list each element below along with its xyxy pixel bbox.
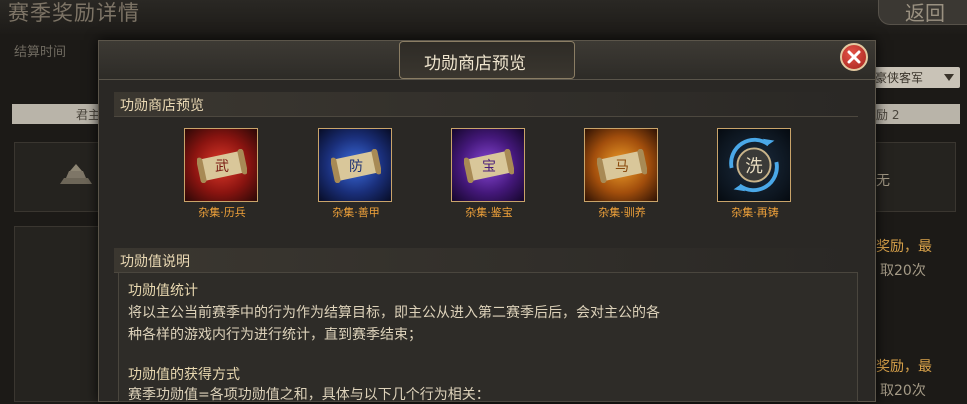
- shop-item-label: 杂集·鉴宝: [465, 206, 513, 219]
- side-text-5: 取20次: [880, 383, 926, 399]
- settle-time-label: 结算时间: [14, 45, 67, 60]
- chevron-down-icon: [944, 74, 954, 81]
- desc-stat-line: 种各样的游戏内行为进行统计，直到赛季结束；: [128, 327, 422, 343]
- castle-icon: [60, 164, 92, 184]
- desc-gain-line: 赛季功勋值=各项功勋值之和，具体与以下几个行为相关：: [128, 387, 490, 403]
- desc-gain-heading: 功勋值的获得方式: [128, 367, 240, 383]
- background-header: [0, 0, 967, 34]
- tab-left[interactable]: 君主: [12, 104, 102, 124]
- desc-stat-heading: 功勋值统计: [128, 283, 198, 299]
- shop-section-title: 功勋商店预览: [120, 98, 204, 114]
- svg-text:马: 马: [615, 159, 629, 175]
- scroll-ma-icon: 马: [584, 128, 658, 202]
- svg-text:洗: 洗: [745, 157, 763, 177]
- svg-text:防: 防: [349, 159, 363, 175]
- shop-item-label: 杂集·历兵: [198, 206, 246, 219]
- svg-text:宝: 宝: [482, 159, 496, 175]
- shop-item-label: 杂集·善甲: [332, 206, 380, 219]
- back-button[interactable]: 返回: [878, 0, 967, 25]
- filter-select[interactable]: 豪侠客军: [872, 67, 960, 88]
- desc-section-title: 功勋值说明: [120, 254, 190, 270]
- background-panel-left-lower: [14, 226, 100, 402]
- back-button-label: 返回: [905, 1, 945, 25]
- close-button[interactable]: [840, 43, 868, 71]
- svg-text:武: 武: [215, 159, 229, 175]
- modal-title-plate: 功勋商店预览: [399, 41, 575, 79]
- side-text-1: 无: [876, 173, 890, 189]
- side-text-3: 取20次: [880, 263, 926, 279]
- scroll-wu-icon: 武: [184, 128, 258, 202]
- page-title: 赛季奖励详情: [8, 1, 140, 25]
- desc-section-header: 功勋值说明: [114, 248, 858, 273]
- shop-section-header: 功勋商店预览: [114, 92, 858, 117]
- scroll-fang-icon: 防: [318, 128, 392, 202]
- recast-icon: 洗: [717, 128, 791, 202]
- close-icon: [847, 50, 861, 64]
- side-text-4: 奖励，最: [876, 359, 932, 375]
- shop-item-label: 杂集·驯养: [598, 206, 646, 219]
- shop-item-label: 杂集·再铸: [731, 206, 779, 219]
- modal-title: 功勋商店预览: [424, 54, 526, 74]
- side-text-2: 奖励，最: [876, 239, 932, 255]
- tab-right[interactable]: 励 2: [872, 104, 960, 124]
- scroll-bao-icon: 宝: [451, 128, 525, 202]
- filter-select-value: 豪侠客军: [875, 71, 924, 85]
- desc-stat-line: 将以主公当前赛季中的行为作为结算目标，即主公从进入第二赛季后后，会对主公的各: [128, 305, 660, 321]
